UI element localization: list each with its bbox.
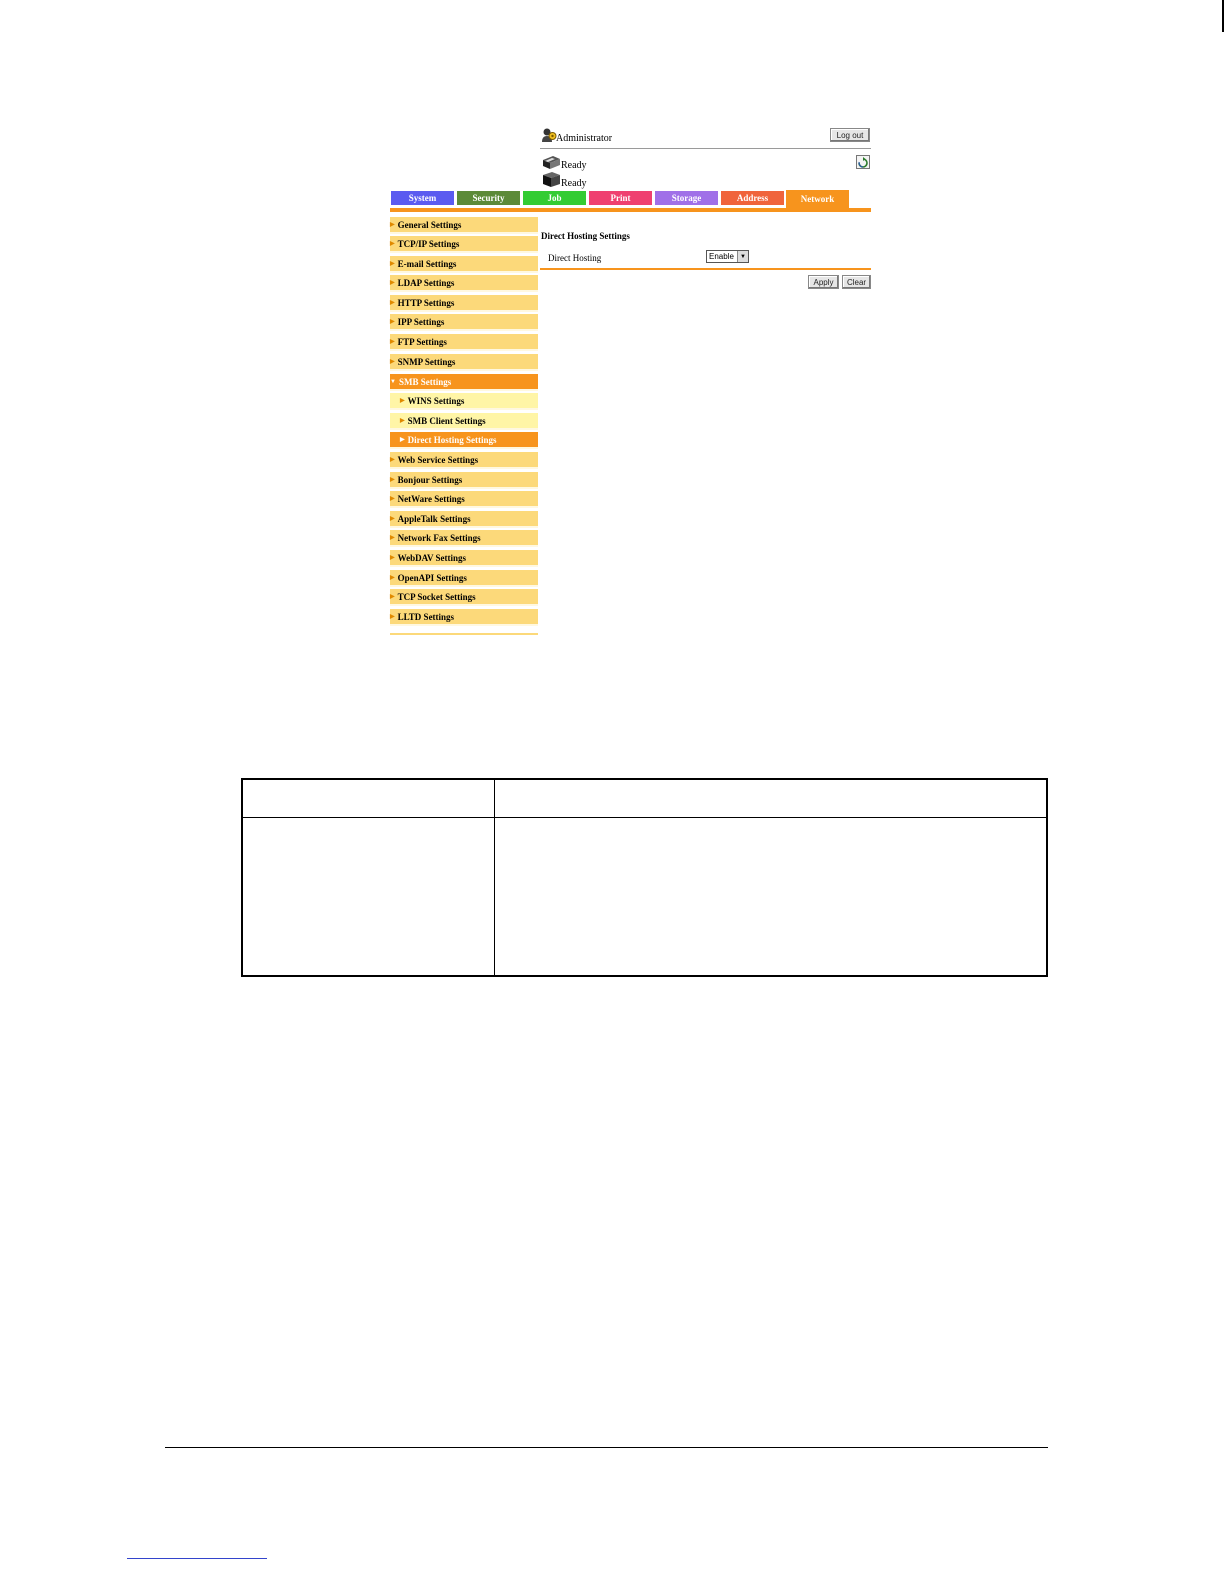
- sidebar-item-label: TCP/IP Settings: [397, 238, 460, 249]
- sidebar-item-label: AppleTalk Settings: [397, 513, 471, 524]
- sidebar-item-snmp-settings[interactable]: ▶ SNMP Settings: [390, 354, 538, 371]
- triangle-right-icon: ▶: [390, 261, 395, 267]
- footer-divider: [165, 1447, 1048, 1448]
- triangle-right-icon: ▶: [390, 300, 395, 306]
- sidebar-item-label: HTTP Settings: [397, 297, 455, 308]
- triangle-right-icon: ▶: [400, 418, 405, 424]
- user-label: Administrator: [556, 133, 613, 144]
- sidebar-item-label: LDAP Settings: [397, 277, 455, 288]
- sidebar-item-http-settings[interactable]: ▶ HTTP Settings: [390, 295, 538, 312]
- triangle-right-icon: ▶: [390, 457, 395, 463]
- triangle-right-icon: ▶: [390, 359, 395, 365]
- sidebar-subitem-wins-settings[interactable]: ▶ WINS Settings: [390, 393, 538, 410]
- sidebar-item-netware-settings[interactable]: ▶ NetWare Settings: [390, 491, 538, 508]
- direct-hosting-value: Enable: [709, 252, 734, 261]
- tab-security[interactable]: Security: [457, 191, 520, 205]
- sidebar-item-label: Web Service Settings: [397, 454, 479, 465]
- sidebar-item-ipp-settings[interactable]: ▶ IPP Settings: [390, 314, 538, 331]
- printer-status: Ready: [561, 160, 587, 171]
- chevron-down-icon: ▼: [737, 251, 748, 262]
- triangle-right-icon: ▶: [390, 319, 395, 325]
- sidebar-item-web-service-settings[interactable]: ▶ Web Service Settings: [390, 452, 538, 469]
- sidebar-item-openapi-settings[interactable]: ▶ OpenAPI Settings: [390, 570, 538, 587]
- sidebar-item-lltd-settings[interactable]: ▶ LLTD Settings: [390, 609, 538, 626]
- sidebar-item-label: WebDAV Settings: [397, 552, 467, 563]
- sidebar-item-bonjour-settings[interactable]: ▶ Bonjour Settings: [390, 472, 538, 489]
- tab-storage[interactable]: Storage: [655, 191, 718, 205]
- triangle-right-icon: ▶: [390, 477, 395, 483]
- sidebar-item-label: SMB Client Settings: [407, 415, 486, 426]
- sidebar-item-label: SNMP Settings: [397, 356, 456, 367]
- scanner-icon: [543, 172, 560, 187]
- sidebar-item-label: OpenAPI Settings: [397, 572, 467, 583]
- sidebar-item-label: Direct Hosting Settings: [407, 434, 497, 445]
- sidebar-item-label: SMB Settings: [398, 376, 452, 387]
- triangle-right-icon: ▶: [390, 516, 395, 522]
- triangle-right-icon: ▶: [390, 594, 395, 600]
- printer-icon: [543, 156, 560, 169]
- refresh-button[interactable]: [856, 155, 870, 169]
- triangle-down-icon: ▼: [390, 378, 396, 385]
- sidebar-subitem-direct-hosting-settings[interactable]: ▶ Direct Hosting Settings: [390, 432, 538, 449]
- tab-network[interactable]: Network: [786, 190, 849, 208]
- refresh-icon: [858, 157, 868, 168]
- sidebar-item-webdav-settings[interactable]: ▶ WebDAV Settings: [390, 550, 538, 567]
- direct-hosting-select[interactable]: Enable ▼: [706, 250, 749, 263]
- direct-hosting-label: Direct Hosting: [548, 253, 602, 263]
- tab-job[interactable]: Job: [523, 191, 586, 205]
- sidebar-item-label: TCP Socket Settings: [397, 591, 476, 602]
- tab-address[interactable]: Address: [721, 191, 784, 205]
- sidebar-item-label: FTP Settings: [397, 336, 447, 347]
- triangle-right-icon: ▶: [390, 575, 395, 581]
- sidebar-item-tcpip-settings[interactable]: ▶ TCP/IP Settings: [390, 236, 538, 253]
- sidebar-item-ftp-settings[interactable]: ▶ FTP Settings: [390, 334, 538, 351]
- description-table: [241, 778, 1048, 977]
- triangle-right-icon: ▶: [390, 614, 395, 620]
- clear-button[interactable]: Clear: [842, 275, 871, 289]
- triangle-right-icon: ▶: [390, 535, 395, 541]
- logout-button[interactable]: Log out: [830, 128, 870, 142]
- tab-system[interactable]: System: [391, 191, 454, 205]
- sidebar-item-general-settings[interactable]: ▶ General Settings: [390, 217, 538, 234]
- triangle-right-icon: ▶: [390, 555, 395, 561]
- table-header-divider: [241, 817, 1048, 818]
- sidebar-item-label: NetWare Settings: [397, 493, 465, 504]
- triangle-right-icon: ▶: [400, 437, 405, 443]
- sidebar-subitem-smb-client-settings[interactable]: ▶ SMB Client Settings: [390, 413, 538, 430]
- table-column-divider: [494, 778, 495, 977]
- sidebar-item-label: LLTD Settings: [397, 611, 455, 622]
- triangle-right-icon: ▶: [400, 398, 405, 404]
- footer-link-underline: [127, 1558, 267, 1559]
- page-title: Direct Hosting Settings: [541, 231, 630, 241]
- header-divider: [540, 148, 871, 149]
- content-divider: [540, 268, 871, 270]
- tab-underline: [390, 208, 871, 212]
- sidebar-item-label: IPP Settings: [397, 316, 445, 327]
- sidebar-item-label: Bonjour Settings: [397, 474, 463, 485]
- triangle-right-icon: ▶: [390, 241, 395, 247]
- triangle-right-icon: ▶: [390, 339, 395, 345]
- administrator-icon: [542, 128, 557, 142]
- sidebar-item-label: General Settings: [397, 219, 462, 230]
- tab-print[interactable]: Print: [589, 191, 652, 205]
- sidebar-item-email-settings[interactable]: ▶ E-mail Settings: [390, 256, 538, 273]
- sidebar-item-label: E-mail Settings: [397, 258, 457, 269]
- sidebar-item-label: Network Fax Settings: [397, 532, 481, 543]
- sidebar-item-label: WINS Settings: [407, 395, 465, 406]
- sidebar-item-tcp-socket-settings[interactable]: ▶ TCP Socket Settings: [390, 589, 538, 606]
- sidebar-item-network-fax-settings[interactable]: ▶ Network Fax Settings: [390, 530, 538, 547]
- triangle-right-icon: ▶: [390, 496, 395, 502]
- triangle-right-icon: ▶: [390, 280, 395, 286]
- scanner-status: Ready: [561, 178, 587, 189]
- triangle-right-icon: ▶: [390, 222, 395, 228]
- apply-button[interactable]: Apply: [808, 275, 839, 289]
- sidebar-bottom-rule: [390, 633, 538, 635]
- sidebar-item-ldap-settings[interactable]: ▶ LDAP Settings: [390, 275, 538, 292]
- sidebar-item-smb-settings[interactable]: ▼ SMB Settings: [390, 374, 538, 391]
- sidebar-item-appletalk-settings[interactable]: ▶ AppleTalk Settings: [390, 511, 538, 528]
